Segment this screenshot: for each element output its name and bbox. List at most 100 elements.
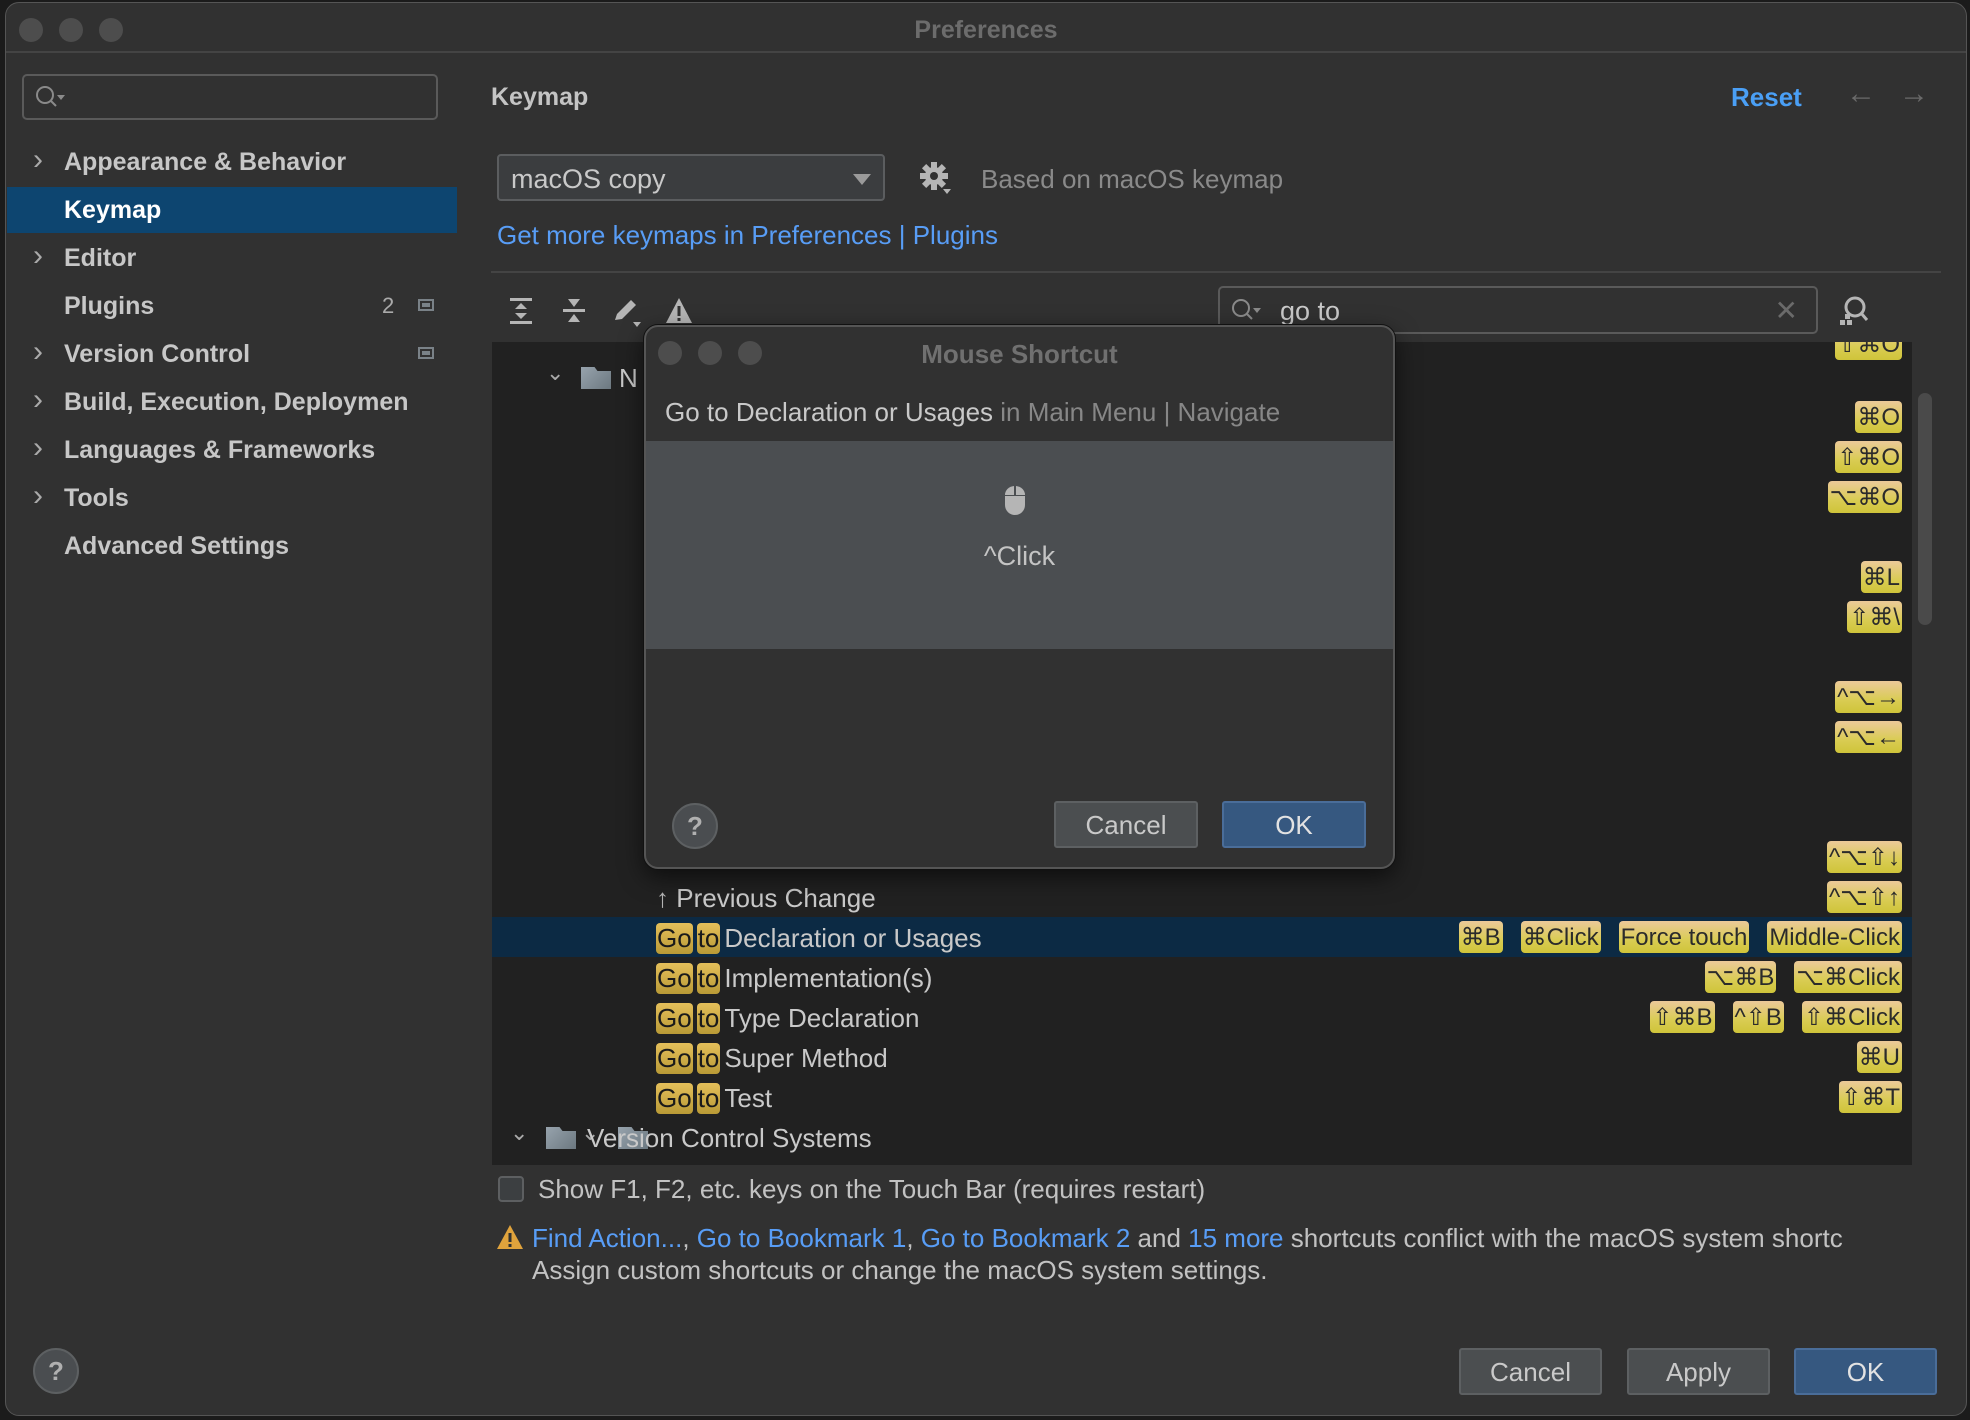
shortcut-badge: ^⌥← bbox=[1835, 721, 1902, 753]
chevron-right-icon[interactable]: › bbox=[33, 377, 43, 423]
sidebar-item-label: Editor bbox=[64, 244, 137, 272]
help-button[interactable]: ? bbox=[33, 1348, 79, 1394]
dialog-help-button[interactable]: ? bbox=[672, 803, 718, 849]
find-by-shortcut-icon[interactable] bbox=[1836, 293, 1872, 329]
dialog-title: Mouse Shortcut bbox=[921, 339, 1118, 369]
chevron-right-icon[interactable]: › bbox=[33, 329, 43, 375]
sidebar-item-build-execution-deploymen[interactable]: › Build, Execution, Deploymen bbox=[7, 379, 457, 425]
forward-arrow-icon[interactable]: → bbox=[1899, 77, 1929, 111]
conflict-rest-text: shortcuts conflict with the macOS system… bbox=[1283, 1223, 1843, 1253]
search-match-highlight: to bbox=[696, 963, 721, 994]
settings-search-input[interactable] bbox=[22, 74, 438, 120]
chevron-down-icon: ⌄ bbox=[546, 360, 565, 385]
shortcut-badge: ^⌥⇧↓ bbox=[1826, 841, 1902, 873]
action-name: Super Method bbox=[724, 1043, 888, 1073]
touchbar-checkbox-label[interactable]: Show F1, F2, etc. keys on the Touch Bar … bbox=[538, 1174, 1205, 1205]
shortcut-list: ⌘B ⌘Click Force touch Middle-Click bbox=[1458, 921, 1902, 953]
shortcut-badge: ^⇧B bbox=[1732, 1001, 1784, 1033]
sidebar-item-keymap[interactable]: Keymap bbox=[7, 187, 457, 233]
shortcut-list: ⌘O bbox=[1855, 401, 1902, 433]
sidebar-item-advanced-settings[interactable]: Advanced Settings bbox=[7, 523, 457, 569]
dialog-cancel-button[interactable]: Cancel bbox=[1054, 801, 1198, 848]
more-conflicts-link[interactable]: 15 more bbox=[1188, 1223, 1283, 1253]
search-match-highlight: Go bbox=[656, 1083, 693, 1114]
action-location: in Main Menu | Navigate bbox=[993, 397, 1281, 427]
shortcut-badge: ⌘B bbox=[1458, 921, 1503, 953]
chevron-right-icon[interactable]: › bbox=[33, 425, 43, 471]
search-match-highlight: Go bbox=[656, 963, 693, 994]
sidebar-item-editor[interactable]: › Editor bbox=[7, 235, 457, 281]
captured-shortcut: ^Click bbox=[983, 541, 1056, 571]
action-label: Go to Test bbox=[656, 1083, 772, 1114]
tree-row[interactable]: ↑ Previous Change ^⌥⇧↑ bbox=[492, 877, 1912, 917]
chevron-right-icon[interactable]: › bbox=[33, 473, 43, 519]
touchbar-checkbox[interactable] bbox=[498, 1176, 524, 1202]
mouse-click-capture-area[interactable]: ^Click bbox=[646, 441, 1393, 649]
action-name: Declaration or Usages bbox=[724, 923, 982, 953]
action-label: Go to Declaration or Usages bbox=[656, 923, 982, 954]
chevron-right-icon[interactable]: › bbox=[33, 137, 43, 183]
shortcut-list: ⌥⌘O bbox=[1827, 481, 1902, 513]
tree-row[interactable]: Go to Type Declaration ⇧⌘B ^⇧B ⇧⌘Click bbox=[492, 997, 1912, 1037]
shortcut-badge: ⌘Click bbox=[1520, 921, 1601, 953]
reset-link[interactable]: Reset bbox=[1731, 82, 1802, 113]
conflicts-warning-icon[interactable] bbox=[662, 294, 696, 328]
title-bar: Preferences bbox=[6, 3, 1966, 53]
action-label: ↑ Previous Change bbox=[656, 883, 876, 914]
action-name: Previous Change bbox=[676, 883, 876, 913]
back-arrow-icon[interactable]: ← bbox=[1846, 77, 1876, 111]
sidebar-item-languages-frameworks[interactable]: › Languages & Frameworks bbox=[7, 427, 457, 473]
dialog-action-description: Go to Declaration or Usages in Main Menu… bbox=[665, 397, 1280, 428]
shortcut-badge: Force touch bbox=[1618, 921, 1750, 953]
tree-row-selected[interactable]: Go to Declaration or Usages ⌘B ⌘Click Force t… bbox=[492, 917, 1912, 957]
collapse-all-icon[interactable] bbox=[557, 294, 591, 328]
search-icon bbox=[1232, 299, 1261, 320]
shortcut-badge: ⌘O bbox=[1855, 401, 1902, 433]
group-label: N bbox=[619, 363, 638, 393]
dialog-ok-button[interactable]: OK bbox=[1222, 801, 1366, 848]
shortcut-badge: ⌘L bbox=[1860, 561, 1902, 593]
tree-row[interactable]: Go to Super Method ⌘U bbox=[492, 1037, 1912, 1077]
expand-all-icon[interactable] bbox=[504, 294, 538, 328]
keymap-select-value: macOS copy bbox=[511, 164, 666, 194]
tree-group-vcs[interactable]: ⌄ Version Control Systems bbox=[492, 1117, 1912, 1157]
shortcut-badge: ⌥⌘B bbox=[1704, 961, 1777, 993]
tree-row[interactable]: Go to Test ⇧⌘T bbox=[492, 1077, 1912, 1117]
bookmark-2-link[interactable]: Go to Bookmark 2 bbox=[921, 1223, 1131, 1253]
search-match-highlight: Go bbox=[656, 1043, 693, 1074]
chevron-right-icon[interactable]: › bbox=[33, 233, 43, 279]
action-label: Go to Type Declaration bbox=[656, 1003, 919, 1034]
sidebar-item-version-control[interactable]: › Version Control bbox=[7, 331, 457, 377]
search-icon bbox=[36, 86, 65, 107]
apply-button[interactable]: Apply bbox=[1627, 1348, 1770, 1395]
shortcut-list: ⇧⌘O bbox=[1835, 441, 1902, 473]
gear-icon[interactable] bbox=[919, 161, 953, 195]
page-title: Keymap bbox=[491, 83, 589, 111]
search-match-highlight: to bbox=[696, 1043, 721, 1074]
get-more-keymaps-link[interactable]: Get more keymaps in Preferences | Plugin… bbox=[497, 220, 998, 251]
shortcut-badge: ⇧⌘B bbox=[1650, 1001, 1715, 1033]
ok-button[interactable]: OK bbox=[1794, 1348, 1937, 1395]
shortcut-list: ⌥⌘B ⌥⌘Click bbox=[1704, 961, 1902, 993]
project-level-icon bbox=[418, 299, 434, 311]
tree-scrollbar[interactable] bbox=[1918, 393, 1932, 625]
group-label: Version Control Systems bbox=[587, 1123, 872, 1153]
clear-search-icon[interactable]: ✕ bbox=[1775, 294, 1798, 327]
search-value: go to bbox=[1280, 296, 1341, 326]
sidebar-item-plugins[interactable]: Plugins 2 bbox=[7, 283, 457, 329]
sidebar-item-label: Build, Execution, Deploymen bbox=[64, 388, 409, 416]
sidebar-item-tools[interactable]: › Tools bbox=[7, 475, 457, 521]
keymap-select[interactable]: macOS copy bbox=[497, 154, 885, 201]
sidebar-item-appearance-behavior[interactable]: › Appearance & Behavior bbox=[7, 139, 457, 185]
tree-row[interactable]: Go to Implementation(s) ⌥⌘B ⌥⌘Click bbox=[492, 957, 1912, 997]
bookmark-1-link[interactable]: Go to Bookmark 1 bbox=[697, 1223, 907, 1253]
cancel-button[interactable]: Cancel bbox=[1459, 1348, 1602, 1395]
chevron-down-icon: ⌄ bbox=[510, 1120, 529, 1145]
shortcut-list: ⇧⌘\ bbox=[1847, 601, 1902, 633]
badge-count: 2 bbox=[382, 293, 395, 318]
edit-shortcut-icon[interactable] bbox=[609, 294, 643, 328]
shortcut-badge: ⇧⌘Click bbox=[1801, 1001, 1902, 1033]
find-action-link[interactable]: Find Action... bbox=[532, 1223, 682, 1253]
search-match-highlight: to bbox=[696, 923, 721, 954]
window-title: Preferences bbox=[914, 16, 1058, 44]
